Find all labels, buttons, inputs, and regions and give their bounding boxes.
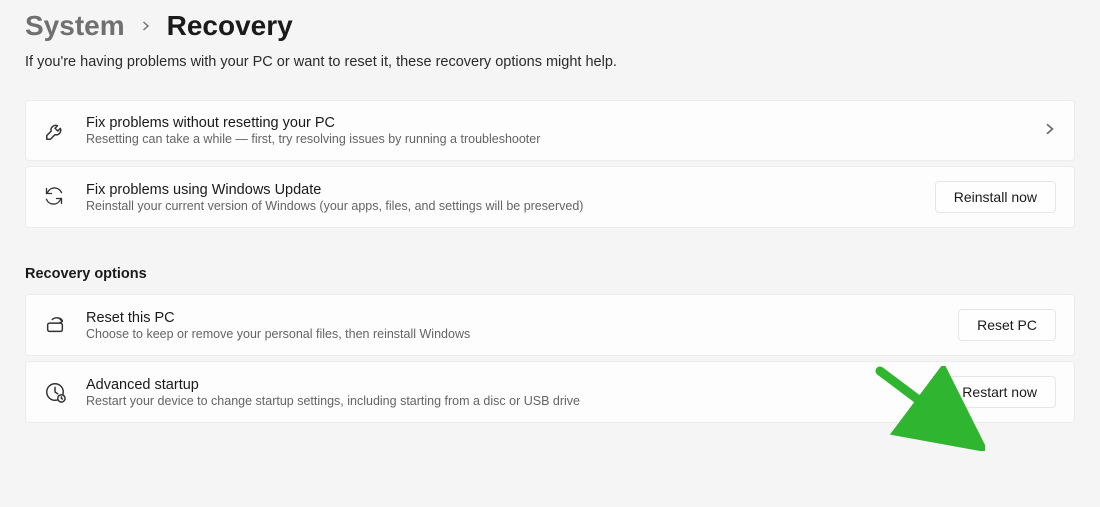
breadcrumb: System Recovery bbox=[25, 0, 1075, 54]
fix-problems-no-reset-row[interactable]: Fix problems without resetting your PC R… bbox=[25, 100, 1075, 161]
card-title: Fix problems without resetting your PC bbox=[86, 115, 1024, 131]
restart-now-button[interactable]: Restart now bbox=[943, 376, 1056, 408]
card-title: Reset this PC bbox=[86, 310, 938, 326]
reset-this-pc-row: Reset this PC Choose to keep or remove y… bbox=[25, 294, 1075, 356]
card-body: Reset this PC Choose to keep or remove y… bbox=[86, 310, 938, 341]
breadcrumb-current: Recovery bbox=[167, 10, 293, 42]
card-body: Fix problems using Windows Update Reinst… bbox=[86, 182, 915, 213]
wrench-icon bbox=[44, 120, 66, 142]
fix-problems-windows-update-row: Fix problems using Windows Update Reinst… bbox=[25, 166, 1075, 228]
card-body: Advanced startup Restart your device to … bbox=[86, 377, 923, 408]
chevron-right-icon bbox=[141, 18, 151, 35]
chevron-right-icon bbox=[1044, 122, 1056, 140]
sync-icon bbox=[44, 186, 66, 208]
card-body: Fix problems without resetting your PC R… bbox=[86, 115, 1024, 146]
reset-pc-icon bbox=[44, 314, 66, 336]
advanced-startup-row: Advanced startup Restart your device to … bbox=[25, 361, 1075, 423]
advanced-startup-icon bbox=[44, 381, 66, 403]
card-desc: Choose to keep or remove your personal f… bbox=[86, 327, 938, 341]
card-title: Fix problems using Windows Update bbox=[86, 182, 915, 198]
card-title: Advanced startup bbox=[86, 377, 923, 393]
reset-pc-button[interactable]: Reset PC bbox=[958, 309, 1056, 341]
card-desc: Resetting can take a while — first, try … bbox=[86, 132, 1024, 146]
card-desc: Restart your device to change startup se… bbox=[86, 394, 923, 408]
page-subtitle: If you're having problems with your PC o… bbox=[25, 54, 1075, 100]
breadcrumb-parent[interactable]: System bbox=[25, 10, 125, 42]
reinstall-now-button[interactable]: Reinstall now bbox=[935, 181, 1056, 213]
card-desc: Reinstall your current version of Window… bbox=[86, 199, 915, 213]
recovery-options-section-title: Recovery options bbox=[25, 266, 1075, 282]
